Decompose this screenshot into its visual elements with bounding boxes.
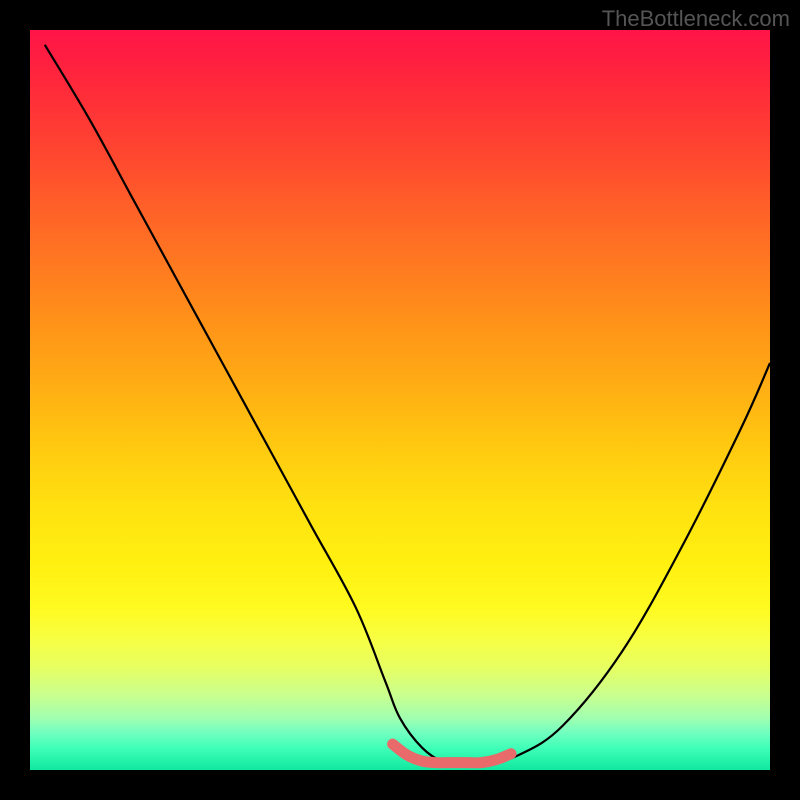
chart-svg — [30, 30, 770, 770]
highlight-segment — [393, 744, 511, 763]
plot-area — [30, 30, 770, 770]
bottleneck-curve — [45, 45, 770, 764]
watermark-text: TheBottleneck.com — [602, 6, 790, 32]
